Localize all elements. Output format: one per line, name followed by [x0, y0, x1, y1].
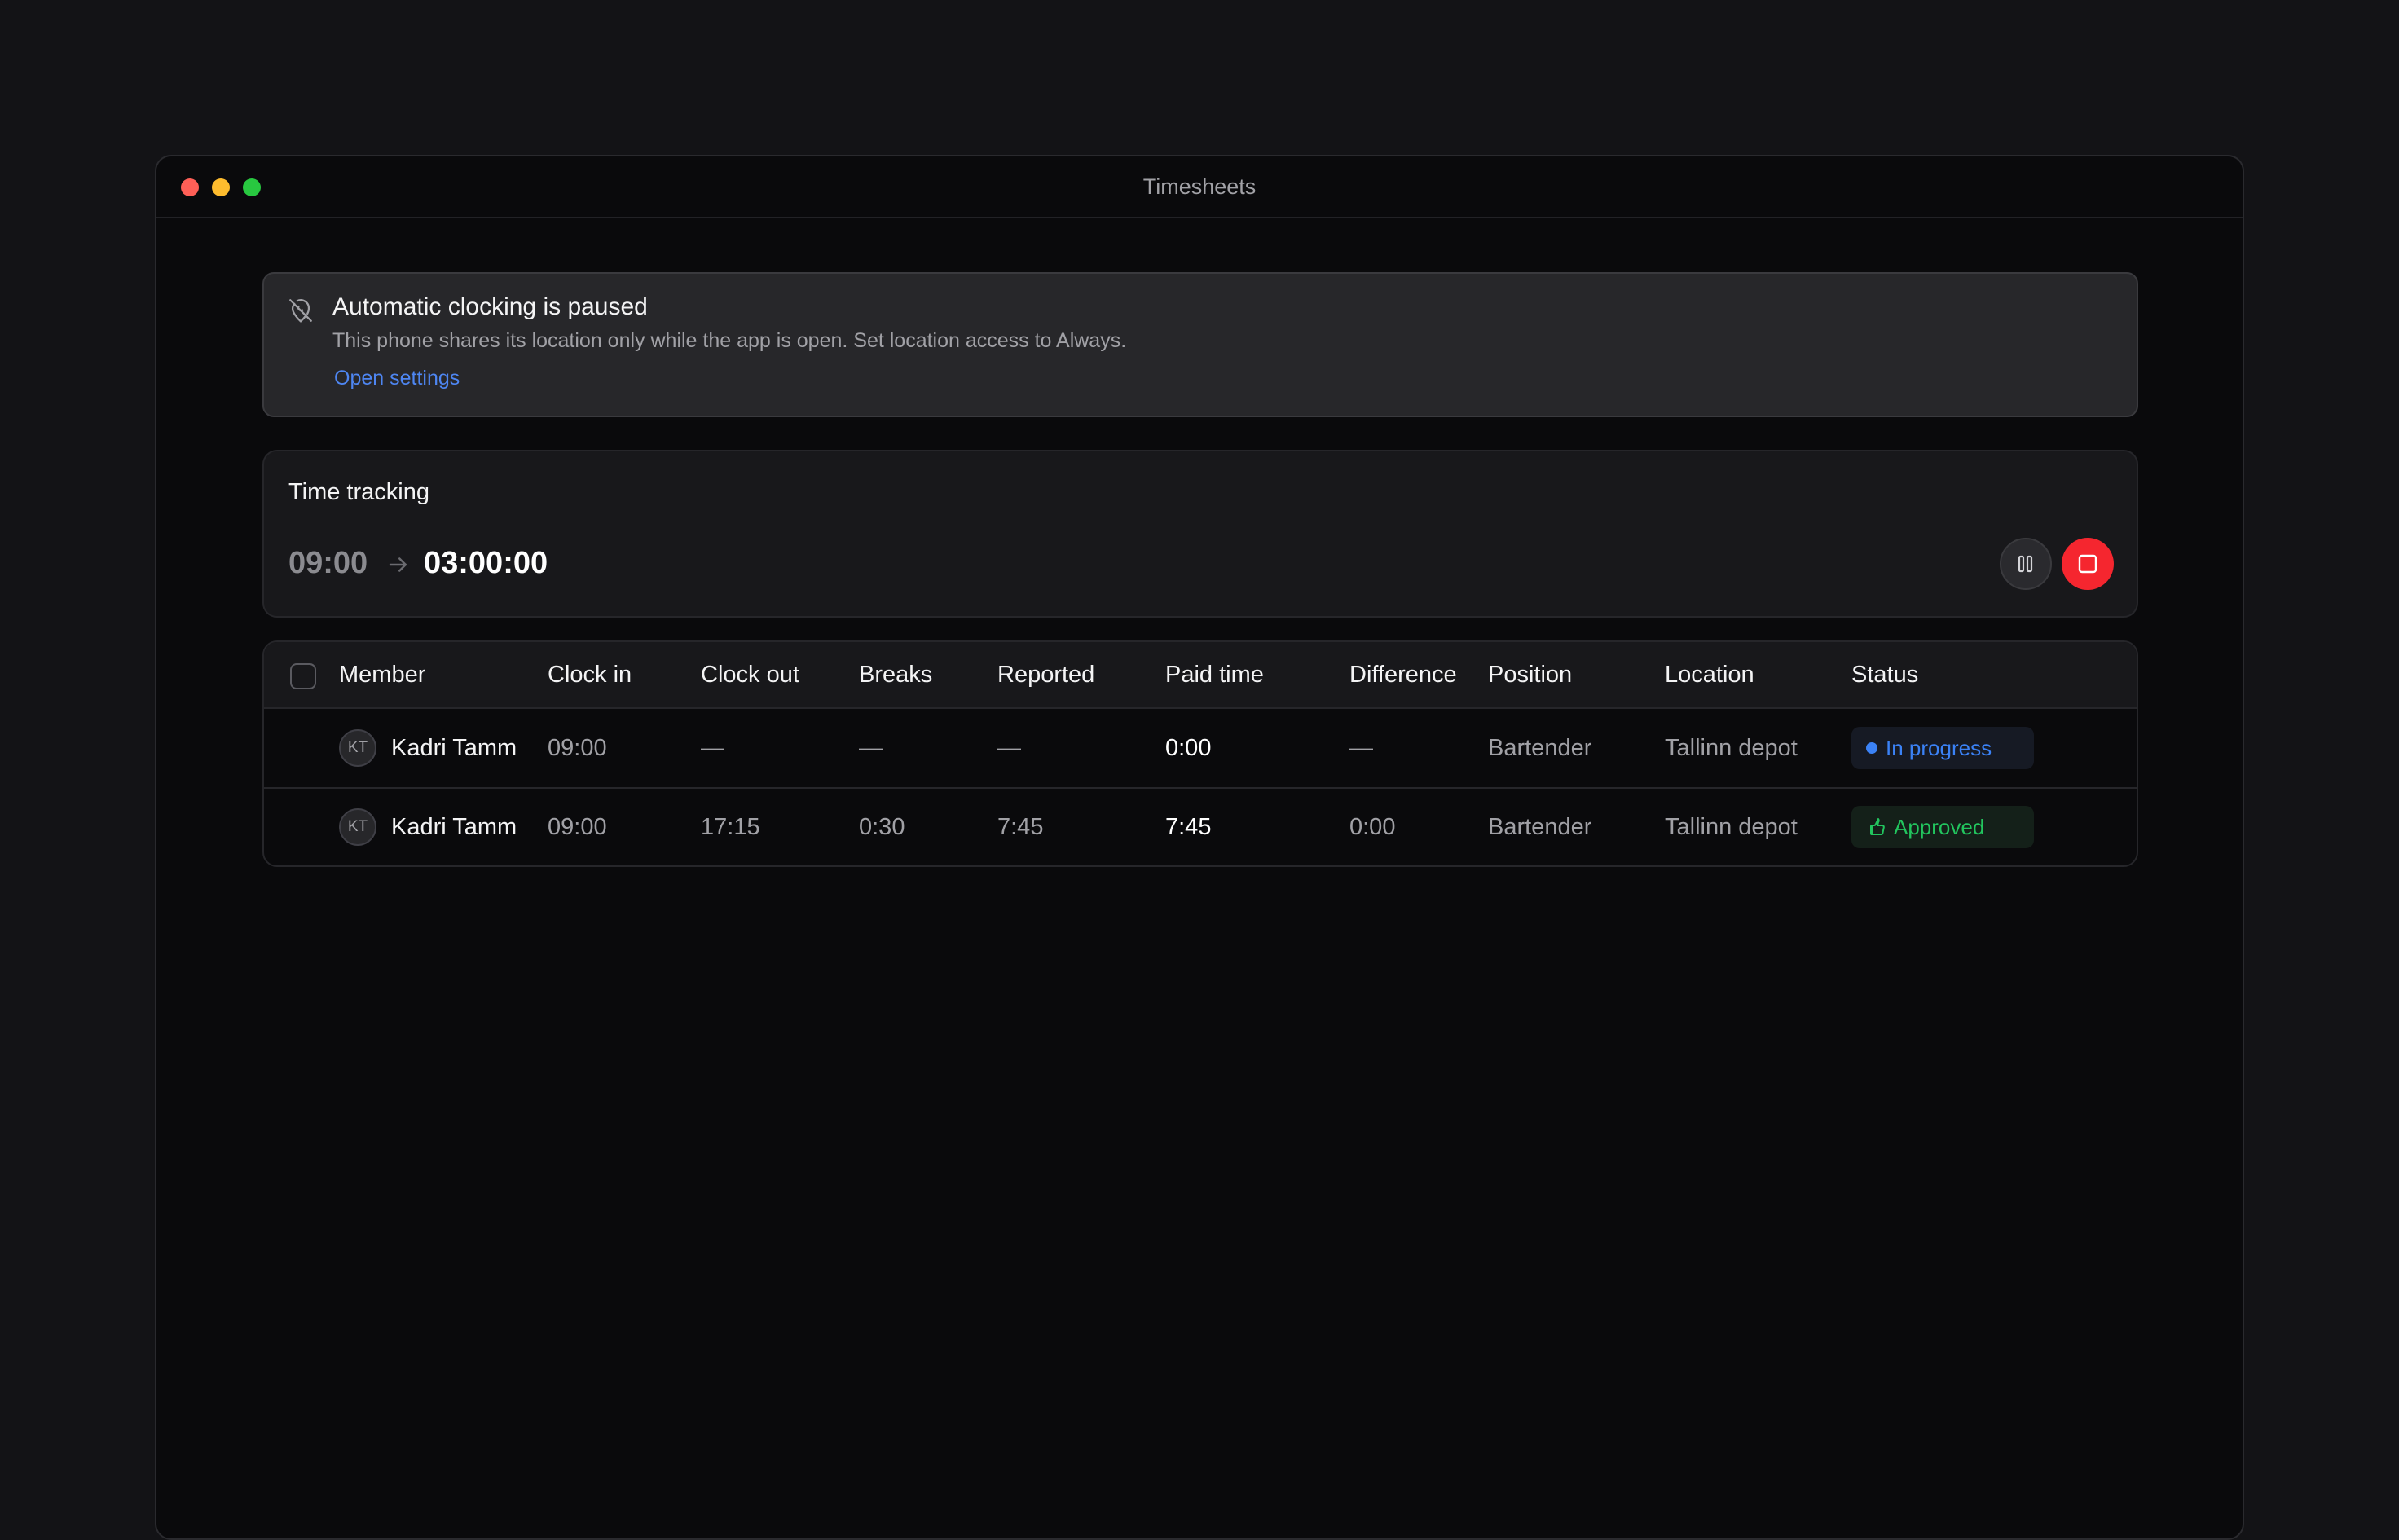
reported-cell: 7:45 [997, 813, 1044, 840]
position-cell: Bartender [1488, 734, 1592, 761]
pause-button[interactable] [2000, 538, 2052, 590]
status-badge: Approved [1851, 806, 2034, 848]
member-name: Kadri Tamm [391, 734, 517, 761]
column-header-location[interactable]: Location [1665, 642, 1754, 707]
reported-cell: — [997, 734, 1021, 761]
column-header-paid-time[interactable]: Paid time [1165, 642, 1264, 707]
status-cell: In progress [1851, 709, 2034, 787]
time-tracking-title: Time tracking [288, 479, 429, 505]
alert-description: This phone shares its location only whil… [332, 329, 1127, 352]
avatar: KT [339, 808, 376, 846]
column-header-reported[interactable]: Reported [997, 642, 1094, 707]
thumbs-up-icon [1870, 818, 1885, 835]
time-tracking-card: Time tracking 09:00 03:00:00 [262, 450, 2138, 618]
clock-in-cell: 09:00 [548, 734, 607, 761]
breaks-cell: 0:30 [859, 813, 905, 840]
status-label: In progress [1886, 735, 1992, 760]
avatar: KT [339, 729, 376, 767]
window-title: Timesheets [1142, 174, 1257, 199]
pause-icon [2018, 555, 2033, 573]
paid-time-cell: 7:45 [1165, 813, 1212, 840]
minimize-window-button[interactable] [212, 178, 230, 196]
table-header: Member Clock in Clock out Breaks Reporte… [264, 642, 2137, 709]
arrow-right-icon [389, 557, 407, 572]
timesheet-table: Member Clock in Clock out Breaks Reporte… [262, 640, 2138, 867]
stop-icon [2078, 554, 2097, 574]
title-bar: Timesheets [156, 156, 2243, 218]
position-cell: Bartender [1488, 813, 1592, 840]
paid-time-cell: 0:00 [1165, 734, 1212, 761]
tracking-start-time: 09:00 [288, 546, 368, 580]
member-name: Kadri Tamm [391, 813, 517, 840]
column-header-clock-in[interactable]: Clock in [548, 642, 632, 707]
main-content: Automatic clocking is paused This phone … [262, 272, 2138, 867]
column-header-clock-out[interactable]: Clock out [701, 642, 799, 707]
location-cell: Tallinn depot [1665, 734, 1798, 761]
breaks-cell: — [859, 734, 883, 761]
app-window: Timesheets Automatic clocking is paused … [155, 155, 2244, 1540]
window-controls [181, 178, 261, 196]
location-cell: Tallinn depot [1665, 813, 1798, 840]
column-header-breaks[interactable]: Breaks [859, 642, 932, 707]
location-off-icon [289, 299, 312, 323]
column-header-difference[interactable]: Difference [1349, 642, 1457, 707]
difference-cell: 0:00 [1349, 813, 1396, 840]
column-header-position[interactable]: Position [1488, 642, 1572, 707]
open-settings-link[interactable]: Open settings [334, 367, 460, 390]
difference-cell: — [1349, 734, 1373, 761]
close-window-button[interactable] [181, 178, 199, 196]
stop-button[interactable] [2062, 538, 2114, 590]
status-badge: In progress [1851, 727, 2034, 769]
select-all-checkbox[interactable] [290, 663, 316, 689]
clock-in-cell: 09:00 [548, 813, 607, 840]
zoom-window-button[interactable] [243, 178, 261, 196]
column-header-member[interactable]: Member [339, 642, 425, 707]
status-dot-icon [1866, 742, 1877, 754]
clock-out-cell: — [701, 734, 724, 761]
status-label: Approved [1894, 814, 1985, 839]
member-cell: KT Kadri Tamm [339, 789, 517, 865]
tracking-elapsed-time: 03:00:00 [424, 546, 548, 580]
member-cell: KT Kadri Tamm [339, 709, 517, 787]
table-row[interactable]: KT Kadri Tamm 09:00 — — — 0:00 — Bartend… [264, 709, 2137, 787]
table-row[interactable]: KT Kadri Tamm 09:00 17:15 0:30 7:45 7:45… [264, 787, 2137, 865]
alert-title: Automatic clocking is paused [332, 293, 648, 320]
clock-out-cell: 17:15 [701, 813, 760, 840]
location-alert: Automatic clocking is paused This phone … [262, 272, 2138, 417]
column-header-status[interactable]: Status [1851, 642, 1918, 707]
status-cell: Approved [1851, 789, 2034, 865]
